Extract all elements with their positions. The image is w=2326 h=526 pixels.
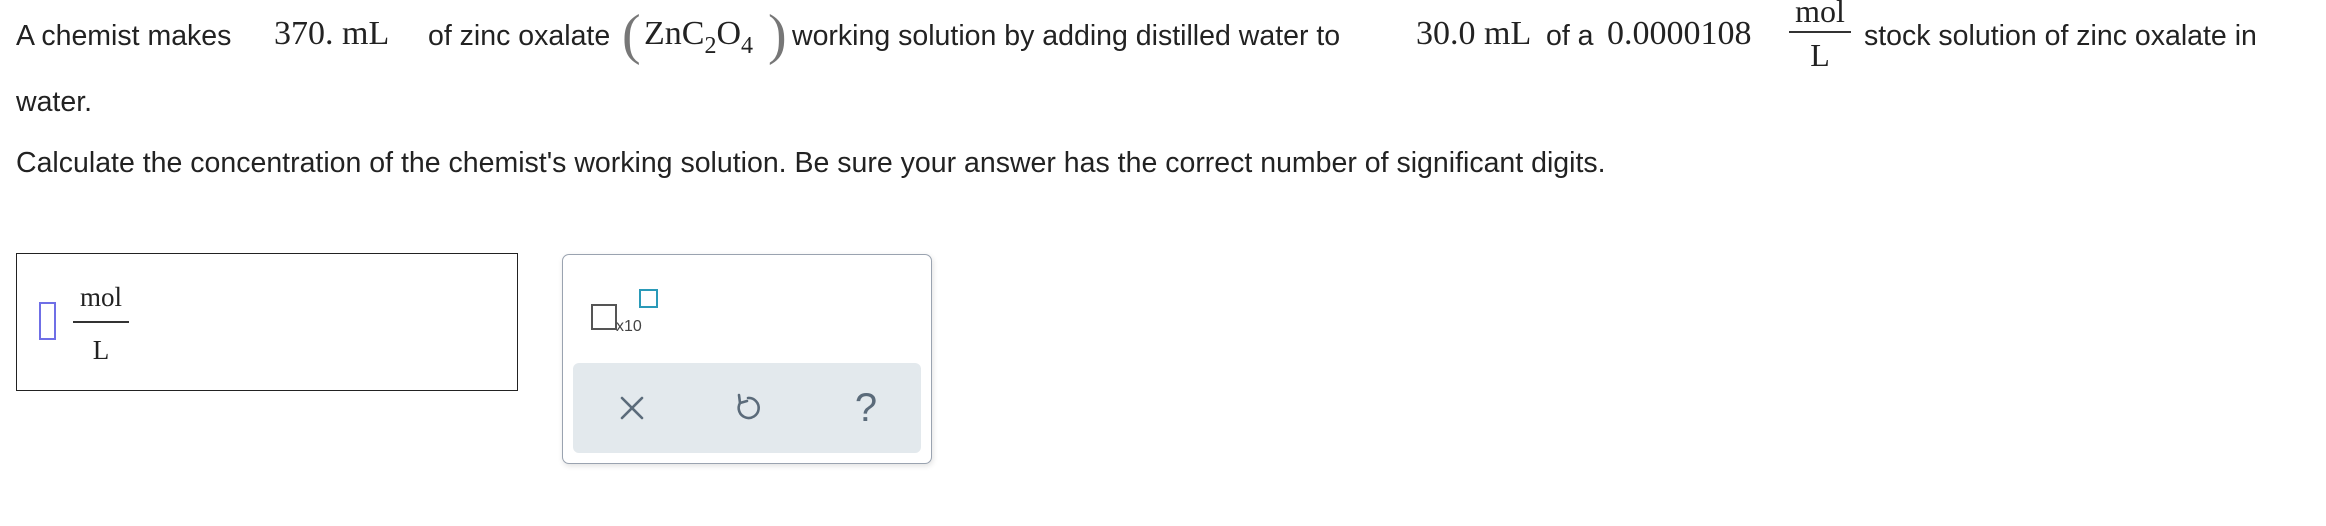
- undo-icon: [737, 393, 760, 420]
- x10-label: x10: [616, 318, 642, 335]
- close-icon: [620, 396, 644, 420]
- action-bar: ?: [573, 363, 921, 453]
- stock-volume: 30.0 mL: [1416, 15, 1532, 52]
- stock-concentration: 0.0000108: [1607, 15, 1752, 52]
- intro-text: A chemist makes: [16, 20, 232, 52]
- coefficient-box-icon: [591, 304, 617, 330]
- help-button[interactable]: ?: [841, 383, 891, 433]
- stock-solution-text: stock solution of zinc oxalate in: [1864, 20, 2257, 52]
- undo-button[interactable]: [723, 383, 773, 433]
- scientific-notation-button[interactable]: x10: [591, 285, 661, 345]
- answer-unit-denominator: L: [92, 335, 110, 365]
- help-icon: ?: [854, 385, 878, 430]
- fraction-bar: [73, 321, 129, 323]
- concentration-unit: mol L: [1789, 0, 1851, 71]
- zinc-oxalate-text: of zinc oxalate: [428, 20, 611, 52]
- clear-button[interactable]: [607, 383, 657, 433]
- answer-box: mol L: [16, 253, 518, 391]
- answer-input[interactable]: [39, 302, 56, 340]
- chemical-formula: ZnC2O4: [644, 15, 754, 59]
- answer-unit-numerator: mol: [79, 282, 122, 312]
- working-solution-text: working solution by adding distilled wat…: [792, 20, 1341, 52]
- final-volume: 370. mL: [274, 15, 390, 52]
- exponent-box-icon: [639, 289, 658, 308]
- instruction-text: Calculate the concentration of the chemi…: [16, 147, 1606, 179]
- answer-unit: mol L: [73, 282, 129, 366]
- math-tool-panel: x10 ?: [562, 254, 932, 464]
- water-text: water.: [16, 86, 93, 118]
- of-a-text: of a: [1546, 20, 1594, 52]
- left-paren: (: [622, 4, 641, 66]
- right-paren: ): [768, 4, 787, 66]
